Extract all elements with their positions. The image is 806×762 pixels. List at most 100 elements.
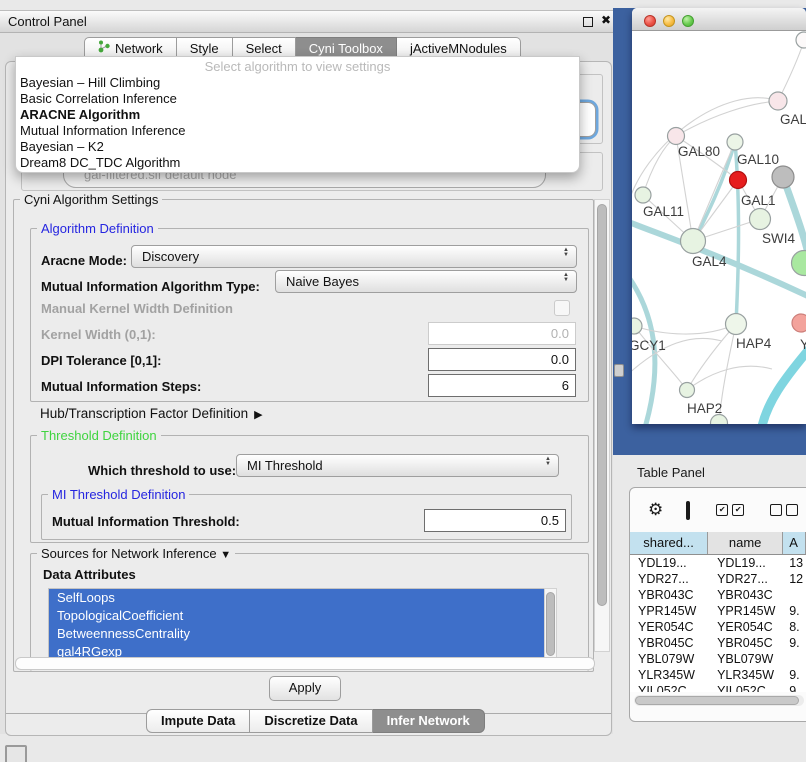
algorithm-option[interactable]: Dream8 DC_TDC Algorithm — [16, 155, 579, 171]
network-node[interactable] — [680, 383, 695, 398]
tab-discretize-data[interactable]: Discretize Data — [250, 709, 372, 733]
settings-group-title: Cyni Algorithm Settings — [20, 192, 162, 207]
network-node-label: HAP2 — [687, 401, 722, 416]
mi-threshold-input[interactable]: 0.5 — [424, 509, 566, 532]
table-panel-title: Table Panel — [637, 465, 705, 480]
collapsed-panel-icon[interactable] — [5, 745, 27, 762]
network-node[interactable] — [681, 229, 706, 254]
hub-definition-toggle[interactable]: Hub/Transcription Factor Definition▶ — [40, 406, 263, 421]
manual-kernel-checkbox[interactable] — [554, 300, 570, 316]
attribute-list-item[interactable]: BetweennessCentrality — [49, 625, 544, 643]
tab-infer-network[interactable]: Infer Network — [373, 709, 485, 733]
network-node[interactable] — [730, 172, 747, 189]
attribute-list-item[interactable]: TopologicalCoefficient — [49, 607, 544, 625]
screen: Control Panel ✖ Network Style Select Cyn… — [0, 0, 806, 762]
deselect-all-checkboxes-icon[interactable] — [770, 504, 798, 516]
scrollbar-thumb[interactable] — [635, 696, 799, 705]
algorithm-option[interactable]: Bayesian – K2 — [16, 139, 579, 155]
columns-icon[interactable] — [686, 501, 690, 520]
aracne-mode-select[interactable]: Discovery ▲▼ — [131, 245, 577, 268]
scrollbar-thumb[interactable] — [597, 204, 607, 606]
algorithm-option[interactable]: Basic Correlation Inference — [16, 91, 579, 107]
settings-scrollbar-horizontal[interactable] — [15, 657, 595, 670]
kernel-width-label: Kernel Width (0,1): — [41, 327, 156, 342]
attribute-list-scrollbar[interactable] — [544, 588, 557, 660]
stepper-icon: ▲▼ — [563, 273, 569, 283]
algorithm-option[interactable]: Mutual Information Inference — [16, 123, 579, 139]
table-row[interactable]: YDL19...YDL19...13 — [630, 555, 806, 571]
column-header-partial[interactable]: A — [783, 532, 806, 554]
mi-steps-label: Mutual Information Steps: — [41, 379, 201, 394]
table-cell: YER054C — [708, 619, 783, 635]
network-view-window: GALGAL80GAL10GAL11GAL1SWI4GAL4GCY1HAP4YH… — [632, 8, 806, 424]
kernel-width-input[interactable]: 0.0 — [428, 322, 576, 345]
column-header-name[interactable]: name — [708, 532, 783, 554]
network-node[interactable] — [635, 187, 651, 203]
tab-label: Discretize Data — [264, 713, 357, 728]
table-cell: YIL052C — [630, 683, 708, 692]
mi-threshold-group: MI Threshold Definition Mutual Informati… — [41, 494, 572, 540]
table-cell: 9. — [783, 667, 806, 683]
algorithm-option[interactable]: Bayesian – Hill Climbing — [16, 75, 579, 91]
network-node[interactable] — [632, 318, 642, 334]
network-node[interactable] — [772, 166, 794, 188]
network-node[interactable] — [796, 32, 806, 48]
collapse-down-icon: ▼ — [220, 549, 231, 561]
attribute-list-item[interactable]: SelfLoops — [49, 589, 544, 607]
network-node[interactable] — [750, 209, 771, 230]
scrollbar-thumb[interactable] — [546, 592, 555, 656]
checked-box-icon: ✔ — [716, 504, 728, 516]
network-desktop-background: GALGAL80GAL10GAL11GAL1SWI4GAL4GCY1HAP4YH… — [613, 8, 806, 455]
table-row[interactable]: YDR27...YDR27...12 — [630, 571, 806, 587]
mi-type-select[interactable]: Naive Bayes ▲▼ — [275, 270, 577, 293]
network-node[interactable] — [726, 314, 747, 335]
table-panel-box: ⚙ ✔ ✔ shared... name A YDL19...YDL19...1… — [629, 487, 806, 722]
network-canvas-svg: GALGAL80GAL10GAL11GAL1SWI4GAL4GCY1HAP4YH… — [632, 31, 806, 424]
mac-minimize-icon[interactable] — [663, 15, 675, 27]
table-cell: 8. — [783, 619, 806, 635]
tab-impute-data[interactable]: Impute Data — [146, 709, 250, 733]
network-node-label: GAL — [780, 112, 806, 127]
close-icon[interactable]: ✖ — [601, 13, 611, 27]
table-cell: 9. — [783, 683, 806, 692]
table-row[interactable]: YBL079WYBL079W — [630, 651, 806, 667]
control-panel-window: Control Panel ✖ Network Style Select Cyn… — [0, 10, 617, 734]
network-node[interactable] — [727, 134, 743, 150]
table-cell: YBR045C — [630, 635, 708, 651]
mac-zoom-icon[interactable] — [682, 15, 694, 27]
data-attributes-list[interactable]: SelfLoopsTopologicalCoefficientBetweenne… — [48, 588, 545, 662]
bottom-tab-bar: Impute Data Discretize Data Infer Networ… — [146, 709, 485, 733]
table-row[interactable]: YPR145WYPR145W9. — [630, 603, 806, 619]
table-cell: 13 — [783, 555, 806, 571]
which-threshold-select[interactable]: MI Threshold ▲▼ — [236, 454, 559, 477]
table-row[interactable]: YER054CYER054C8. — [630, 619, 806, 635]
network-node[interactable] — [792, 314, 806, 332]
table-row[interactable]: YBR045CYBR045C9. — [630, 635, 806, 651]
cyni-algorithm-settings-group: Cyni Algorithm Settings Algorithm Defini… — [13, 199, 594, 672]
settings-scrollbar-vertical[interactable] — [594, 199, 610, 652]
mac-close-icon[interactable] — [644, 15, 656, 27]
gear-icon[interactable]: ⚙ — [648, 500, 663, 520]
stepper-icon: ▲▼ — [545, 457, 551, 467]
algorithm-option[interactable]: ARACNE Algorithm — [16, 107, 579, 123]
network-node[interactable] — [769, 92, 787, 110]
apply-button[interactable]: Apply — [269, 676, 341, 701]
network-window-titlebar[interactable] — [632, 8, 806, 31]
table-row[interactable]: YLR345WYLR345W9. — [630, 667, 806, 683]
select-all-checkboxes-icon[interactable]: ✔ ✔ — [716, 504, 744, 516]
panel-splitter-handle[interactable] — [614, 364, 624, 377]
sources-title[interactable]: Sources for Network Inference ▼ — [37, 546, 235, 561]
mi-steps-input[interactable]: 6 — [428, 374, 576, 397]
dpi-tolerance-input[interactable]: 0.0 — [428, 348, 576, 371]
network-canvas[interactable]: GALGAL80GAL10GAL11GAL1SWI4GAL4GCY1HAP4YH… — [632, 31, 806, 424]
float-window-icon[interactable] — [583, 17, 593, 27]
column-header-shared-name[interactable]: shared... — [630, 532, 708, 554]
algorithm-dropdown-popup: Select algorithm to view settings Bayesi… — [15, 56, 580, 173]
table-row[interactable]: YBR043CYBR043C — [630, 587, 806, 603]
table-cell — [783, 587, 806, 603]
table-scrollbar-horizontal[interactable] — [634, 695, 804, 706]
table-row[interactable]: YIL052CYIL052C9. — [630, 683, 806, 692]
threshold-definition-title: Threshold Definition — [37, 428, 161, 443]
network-node[interactable] — [792, 251, 806, 276]
network-node[interactable] — [668, 128, 685, 145]
